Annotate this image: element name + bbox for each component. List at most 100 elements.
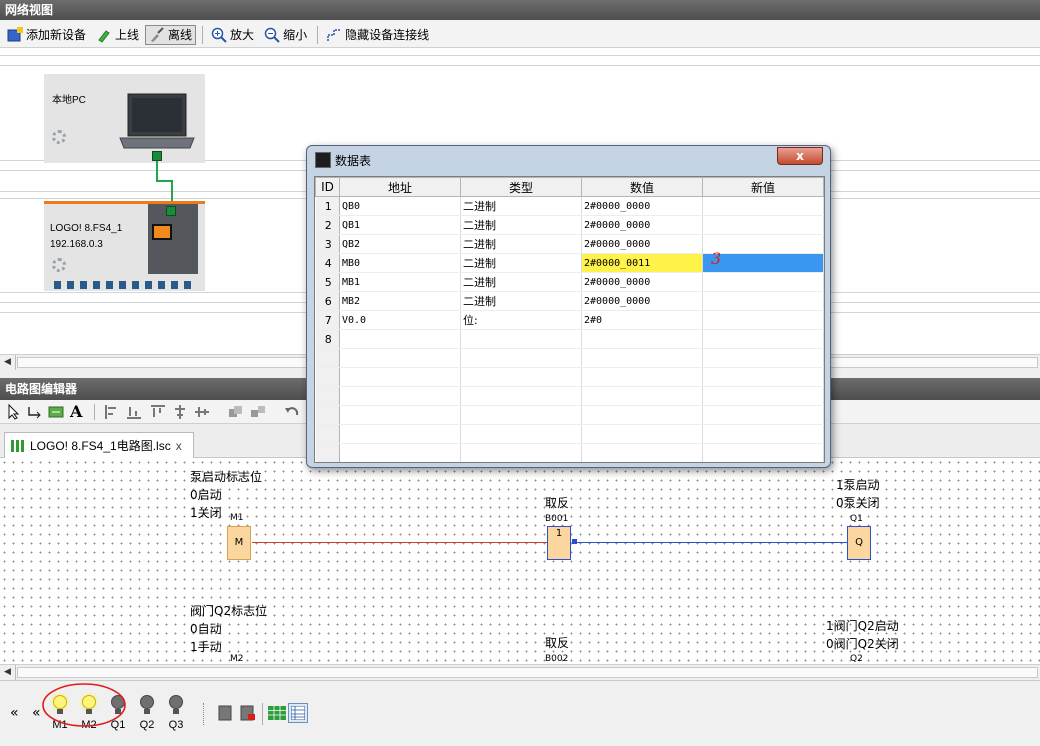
- gear-icon[interactable]: [52, 258, 66, 272]
- table-row-empty: [315, 348, 824, 368]
- align-middle-icon[interactable]: [194, 404, 210, 420]
- b002-title: 取反: [545, 636, 570, 650]
- cell-type: 二进制: [460, 196, 582, 216]
- cell-id: 4: [315, 253, 340, 273]
- bulb-q3[interactable]: Q3: [166, 695, 186, 731]
- cell-new-value[interactable]: [702, 329, 824, 349]
- cell-new-value[interactable]: [702, 291, 824, 311]
- cell-value: [581, 329, 703, 349]
- connection-line: [156, 180, 172, 182]
- col-header-id[interactable]: ID: [315, 177, 340, 197]
- group-icon[interactable]: [228, 404, 244, 420]
- tab-close-icon[interactable]: x: [176, 439, 182, 453]
- empty-cell: [315, 367, 340, 387]
- empty-cell: [315, 386, 340, 406]
- pointer-icon[interactable]: [6, 404, 22, 420]
- data-table-button[interactable]: [288, 703, 308, 723]
- lightbulb-icon: [140, 695, 154, 709]
- logo-device[interactable]: LOGO! 8.FS4_1 192.168.0.3: [44, 201, 205, 291]
- cell-new-value[interactable]: [702, 215, 824, 235]
- cell-id: 6: [315, 291, 340, 311]
- block-icon[interactable]: [48, 404, 64, 420]
- col-header-value[interactable]: 数值: [581, 177, 703, 197]
- toolbar-separator: [202, 25, 204, 44]
- align-bottom-icon[interactable]: [126, 404, 142, 420]
- align-top-icon[interactable]: [150, 404, 166, 420]
- hide-links-button[interactable]: 隐藏设备连接线: [322, 25, 433, 45]
- m1-comment-line: 0启动: [190, 488, 222, 502]
- local-pc-label: 本地PC: [52, 95, 86, 106]
- local-pc-device[interactable]: 本地PC: [44, 74, 205, 163]
- table-row-empty: [315, 405, 824, 425]
- text-tool-icon[interactable]: A: [70, 402, 86, 421]
- zoom-in-button[interactable]: 放大: [207, 25, 258, 45]
- module-red-icon[interactable]: [240, 705, 256, 721]
- offline-button[interactable]: 离线: [145, 24, 197, 45]
- col-header-address[interactable]: 地址: [339, 177, 461, 197]
- empty-cell: [581, 405, 703, 425]
- b001-title: 取反: [545, 496, 570, 510]
- b001-not-block[interactable]: 1: [547, 526, 571, 560]
- dialog-close-button[interactable]: x: [777, 147, 823, 165]
- empty-cell: [581, 386, 703, 406]
- m1-flag-block[interactable]: M: [227, 526, 251, 560]
- module-icon[interactable]: [218, 705, 232, 721]
- circuit-icon: [11, 439, 25, 452]
- toolbar-separator: [94, 404, 95, 420]
- empty-cell: [702, 348, 824, 368]
- table-row[interactable]: 4 MB0 二进制 2#0000_0011: [315, 253, 824, 273]
- connect-icon[interactable]: [27, 404, 43, 420]
- circuit-canvas[interactable]: 泵启动标志位 0启动 1关闭 M1 M 取反 B001 1 1泵启动 0泵关闭 …: [0, 458, 1040, 664]
- table-row[interactable]: 6 MB2 二进制 2#0000_0000: [315, 291, 824, 311]
- cell-new-value[interactable]: [702, 196, 824, 216]
- m2-comment-line: 0自动: [190, 622, 222, 636]
- undo-icon[interactable]: [284, 404, 300, 420]
- dialog-titlebar[interactable]: 数据表 x: [307, 146, 830, 174]
- table-row-empty: [315, 386, 824, 406]
- table-row-empty: [315, 424, 824, 444]
- network-view-title: 网络视图: [0, 0, 1040, 20]
- table-row[interactable]: 3 QB2 二进制 2#0000_0000: [315, 234, 824, 254]
- scroll-left-icon[interactable]: ◀: [0, 355, 16, 370]
- gear-icon[interactable]: [52, 130, 66, 144]
- tab-label: LOGO! 8.FS4_1电路图.lsc: [30, 439, 171, 453]
- scroll-left-icon[interactable]: ◀: [0, 665, 16, 680]
- cell-address: V0.0: [339, 310, 461, 330]
- cell-address: QB1: [339, 215, 461, 235]
- tab-circuit-file[interactable]: LOGO! 8.FS4_1电路图.lsc x: [4, 432, 194, 458]
- collapse-icon[interactable]: «: [10, 705, 19, 721]
- cell-id: 2: [315, 215, 340, 235]
- col-header-type[interactable]: 类型: [460, 177, 582, 197]
- table-row[interactable]: 5 MB1 二进制 2#0000_0000: [315, 272, 824, 292]
- q1-output-block[interactable]: Q: [847, 526, 871, 560]
- cell-address: MB2: [339, 291, 461, 311]
- editor-h-scrollbar[interactable]: ◀: [0, 664, 1040, 680]
- align-left-icon[interactable]: [104, 404, 120, 420]
- cell-new-value[interactable]: [702, 310, 824, 330]
- pc-port[interactable]: [152, 151, 162, 161]
- q1-name: Q1: [850, 514, 863, 524]
- cell-id: 7: [315, 310, 340, 330]
- green-grid-icon[interactable]: [268, 706, 286, 720]
- bulb-q2[interactable]: Q2: [137, 695, 157, 731]
- zoom-out-button[interactable]: 缩小: [260, 25, 311, 45]
- cell-address: MB0: [339, 253, 461, 273]
- table-row[interactable]: 8: [315, 329, 824, 349]
- cell-address: [339, 329, 461, 349]
- table-row[interactable]: 1 QB0 二进制 2#0000_0000: [315, 196, 824, 216]
- table-row[interactable]: 2 QB1 二进制 2#0000_0000: [315, 215, 824, 235]
- logo-port[interactable]: [166, 206, 176, 216]
- data-table-body: ID 地址 类型 数值 新值 1 QB0 二进制 2#0000_0000 2 QB1 二进制…: [314, 176, 825, 463]
- align-center-icon[interactable]: [172, 404, 188, 420]
- cell-new-value[interactable]: [702, 272, 824, 292]
- cell-value: 2#0000_0000: [581, 291, 703, 311]
- cell-value: 2#0000_0000: [581, 272, 703, 292]
- ungroup-icon[interactable]: [250, 404, 266, 420]
- table-row[interactable]: 7 V0.0 位: 2#0: [315, 310, 824, 330]
- m1-comment-line: 泵启动标志位: [190, 470, 263, 484]
- cell-address: MB1: [339, 272, 461, 292]
- scroll-track[interactable]: [17, 667, 1038, 678]
- online-button[interactable]: 上线: [92, 25, 143, 45]
- col-header-new-value[interactable]: 新值: [702, 177, 824, 197]
- add-device-button[interactable]: 添加新设备: [3, 25, 90, 45]
